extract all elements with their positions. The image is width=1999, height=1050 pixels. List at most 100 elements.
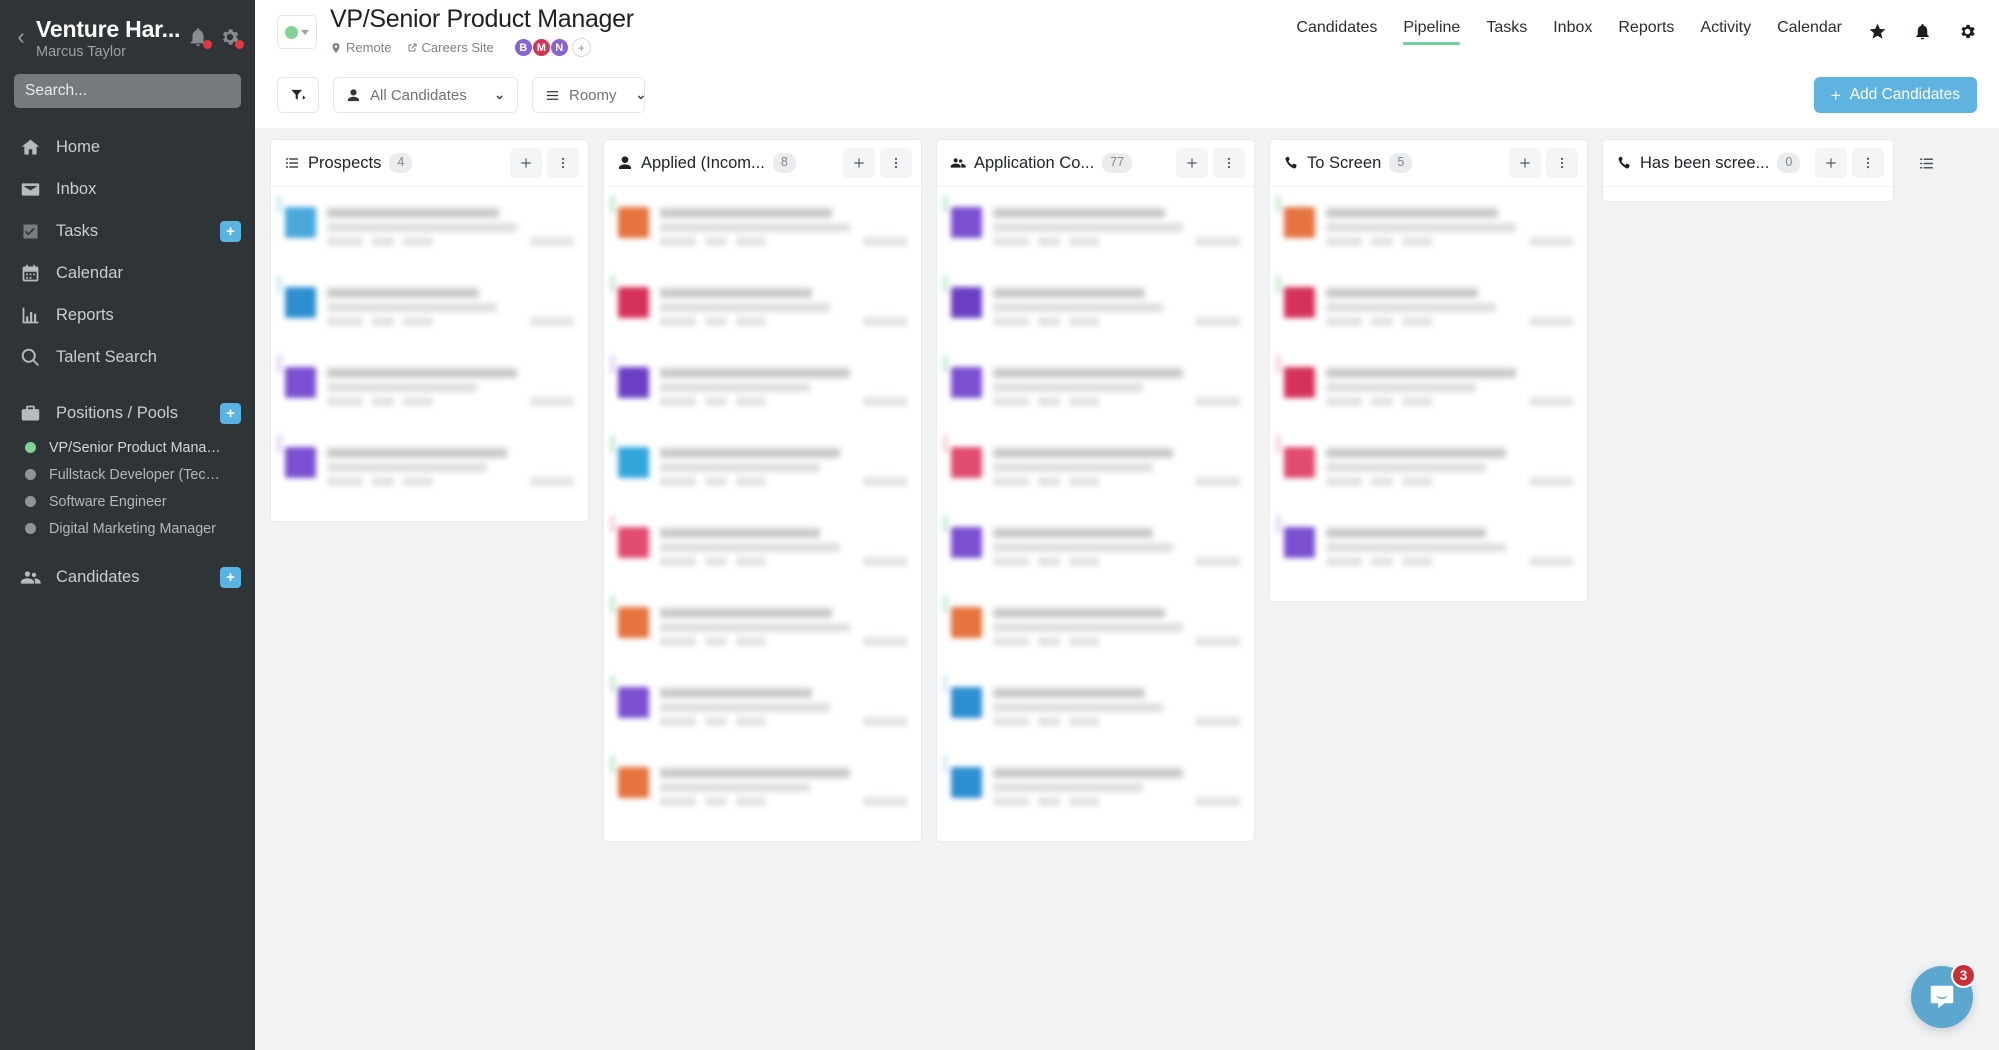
careers-site-link[interactable]: Careers Site xyxy=(406,40,494,55)
column-card-list[interactable] xyxy=(937,187,1254,841)
back-chevron-icon[interactable]: ‹ xyxy=(8,20,34,54)
candidate-card[interactable] xyxy=(1270,431,1587,511)
avatar[interactable]: B xyxy=(513,38,533,58)
candidate-card[interactable] xyxy=(604,351,921,431)
tab-candidates[interactable]: Candidates xyxy=(1296,19,1377,43)
add-candidates-button[interactable]: + Add Candidates xyxy=(1813,77,1977,113)
column-add-button[interactable] xyxy=(1176,148,1208,178)
sidebar-item-inbox[interactable]: Inbox xyxy=(0,168,255,210)
avatar[interactable]: M xyxy=(531,38,551,58)
positions-add-badge[interactable]: + xyxy=(220,402,241,424)
column-more-button[interactable] xyxy=(1852,148,1884,178)
candidate-card[interactable] xyxy=(604,191,921,271)
column-card-list[interactable] xyxy=(1603,187,1893,201)
card-chip xyxy=(1326,237,1362,246)
job-location[interactable]: Remote xyxy=(330,40,392,55)
sidebar-position-vp-senior-product-manager[interactable]: VP/Senior Product Manager xyxy=(0,434,255,461)
column-add-button[interactable] xyxy=(1815,148,1847,178)
candidate-card[interactable] xyxy=(1270,511,1587,591)
density-select[interactable]: Roomy ⌄ xyxy=(532,77,647,113)
star-icon[interactable] xyxy=(1868,22,1887,41)
sidebar-item-calendar[interactable]: Calendar xyxy=(0,252,255,294)
search-input[interactable] xyxy=(14,74,241,108)
tab-pipeline[interactable]: Pipeline xyxy=(1403,19,1460,45)
sidebar-item-home[interactable]: Home xyxy=(0,126,255,168)
candidates-add-badge[interactable]: + xyxy=(220,566,241,588)
board-rail-toggle[interactable] xyxy=(1909,140,1943,177)
job-status-selector[interactable] xyxy=(277,15,317,49)
candidate-card[interactable] xyxy=(271,351,588,431)
gear-icon[interactable] xyxy=(219,26,244,49)
column-more-button[interactable] xyxy=(1546,148,1578,178)
tab-activity[interactable]: Activity xyxy=(1700,19,1751,43)
column-card-list[interactable] xyxy=(1270,187,1587,601)
sidebar-item-tasks[interactable]: Tasks + xyxy=(0,210,255,252)
card-name-line xyxy=(327,448,507,458)
card-name-line xyxy=(993,688,1145,698)
column-card-list[interactable] xyxy=(604,187,921,841)
card-meta-chips xyxy=(993,317,1240,326)
tab-calendar[interactable]: Calendar xyxy=(1777,19,1842,43)
tab-reports[interactable]: Reports xyxy=(1618,19,1674,43)
candidate-card[interactable] xyxy=(604,591,921,671)
chat-widget-button[interactable]: 3 xyxy=(1911,963,1976,1028)
sidebar-position-digital-marketing-manager[interactable]: Digital Marketing Manager xyxy=(0,515,255,542)
pipeline-column: Prospects 4 xyxy=(271,140,588,521)
column-more-button[interactable] xyxy=(547,148,579,178)
candidate-card[interactable] xyxy=(937,511,1254,591)
add-collaborator-button[interactable]: + xyxy=(571,38,591,58)
column-add-button[interactable] xyxy=(1509,148,1541,178)
candidate-card[interactable] xyxy=(937,351,1254,431)
candidate-card[interactable] xyxy=(271,431,588,511)
candidate-card[interactable] xyxy=(604,751,921,831)
card-chip xyxy=(1038,637,1060,646)
candidate-card[interactable] xyxy=(937,751,1254,831)
card-chip xyxy=(705,317,727,326)
candidate-card[interactable] xyxy=(937,431,1254,511)
sidebar-item-candidates[interactable]: Candidates + xyxy=(0,556,255,598)
card-chip xyxy=(705,717,727,726)
bell-icon[interactable] xyxy=(1913,22,1932,41)
column-more-button[interactable] xyxy=(1213,148,1245,178)
chevron-down-icon: ⌄ xyxy=(635,87,647,102)
card-meta-chips xyxy=(993,717,1240,726)
candidate-card[interactable] xyxy=(937,671,1254,751)
sidebar-item-positions-pools[interactable]: Positions / Pools + xyxy=(0,392,255,434)
gear-icon[interactable] xyxy=(1958,22,1977,41)
sidebar-item-talent-search[interactable]: Talent Search xyxy=(0,336,255,378)
tab-inbox[interactable]: Inbox xyxy=(1553,19,1592,43)
sidebar-item-label: Reports xyxy=(56,305,114,324)
candidate-card[interactable] xyxy=(604,511,921,591)
column-card-list[interactable] xyxy=(271,187,588,521)
sidebar-position-software-engineer[interactable]: Software Engineer xyxy=(0,488,255,515)
filter-button[interactable] xyxy=(277,77,319,113)
sidebar-position-fullstack-developer[interactable]: Fullstack Developer (Tech... xyxy=(0,461,255,488)
candidate-card[interactable] xyxy=(604,271,921,351)
card-chip xyxy=(736,237,766,246)
card-meta-chips xyxy=(660,477,907,486)
candidate-card[interactable] xyxy=(604,431,921,511)
audience-select[interactable]: All Candidates ⌄ xyxy=(333,77,518,113)
column-add-button[interactable] xyxy=(843,148,875,178)
candidate-card[interactable] xyxy=(271,271,588,351)
sidebar-item-reports[interactable]: Reports xyxy=(0,294,255,336)
candidate-card[interactable] xyxy=(1270,271,1587,351)
avatar[interactable]: N xyxy=(549,38,569,58)
candidate-card[interactable] xyxy=(604,671,921,751)
bell-icon[interactable] xyxy=(187,26,212,49)
card-subtitle-line xyxy=(660,463,820,472)
card-chip xyxy=(1371,557,1393,566)
card-stage-stripe xyxy=(609,195,616,213)
card-chip xyxy=(1069,397,1099,406)
candidate-card[interactable] xyxy=(937,591,1254,671)
tab-tasks[interactable]: Tasks xyxy=(1486,19,1527,43)
candidate-card[interactable] xyxy=(937,271,1254,351)
candidate-card[interactable] xyxy=(937,191,1254,271)
column-add-button[interactable] xyxy=(510,148,542,178)
column-more-button[interactable] xyxy=(880,148,912,178)
card-avatar xyxy=(285,447,316,478)
candidate-card[interactable] xyxy=(271,191,588,271)
candidate-card[interactable] xyxy=(1270,191,1587,271)
candidate-card[interactable] xyxy=(1270,351,1587,431)
tasks-add-badge[interactable]: + xyxy=(220,220,241,242)
